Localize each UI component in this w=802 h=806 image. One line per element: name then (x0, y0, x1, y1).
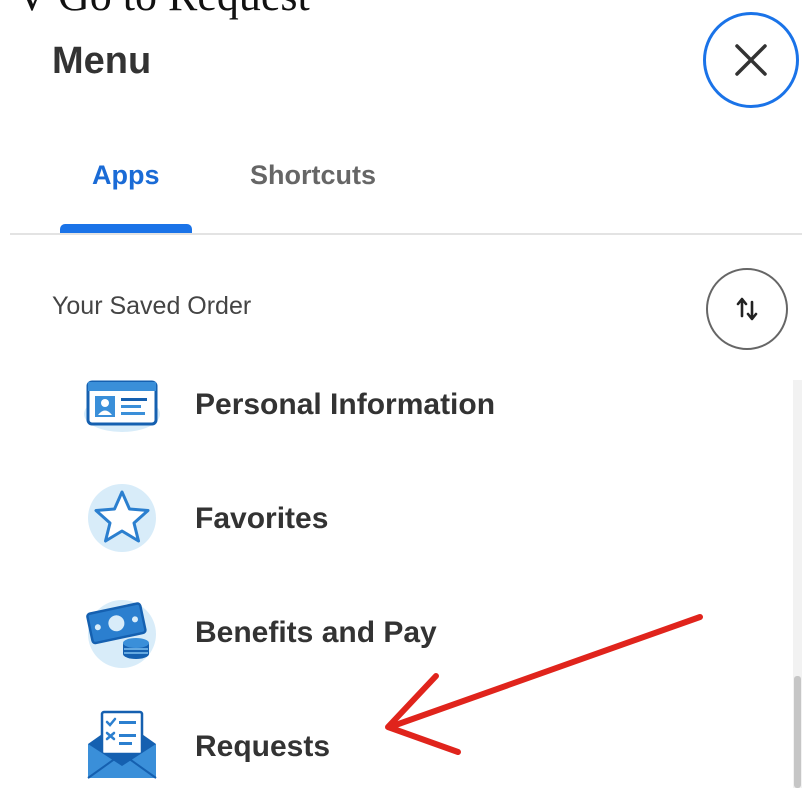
tab-apps[interactable]: Apps (92, 160, 160, 191)
sort-icon (736, 297, 758, 321)
menu-title: Menu (52, 40, 152, 82)
app-item-personal-information[interactable]: Personal Information (70, 364, 770, 464)
money-icon (86, 600, 156, 668)
app-label: Requests (195, 730, 331, 763)
sort-button[interactable] (706, 268, 788, 350)
app-label: Personal Information (195, 388, 496, 421)
scrollbar-thumb[interactable] (794, 676, 801, 788)
app-label: Favorites (195, 502, 329, 535)
clipped-caption: V Go to Request (16, 0, 310, 21)
close-button[interactable] (703, 12, 799, 108)
app-item-favorites[interactable]: Favorites (70, 478, 770, 578)
id-card-icon (84, 380, 160, 432)
tabs-divider (10, 233, 802, 235)
app-item-requests[interactable]: Requests (70, 706, 770, 806)
close-icon (735, 44, 767, 76)
active-tab-indicator (60, 224, 192, 233)
envelope-icon (87, 710, 157, 779)
saved-order-label: Your Saved Order (52, 292, 252, 320)
star-icon (88, 484, 156, 552)
app-label: Benefits and Pay (195, 616, 437, 649)
app-item-benefits-and-pay[interactable]: Benefits and Pay (70, 592, 770, 692)
tab-shortcuts[interactable]: Shortcuts (250, 160, 376, 191)
